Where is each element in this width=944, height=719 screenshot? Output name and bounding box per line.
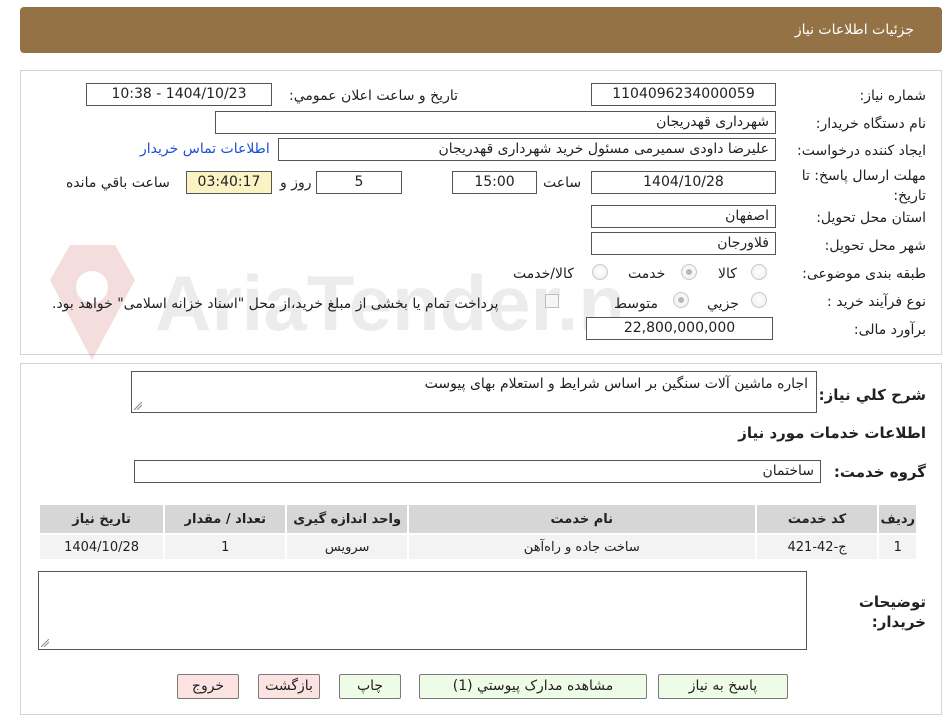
category-option-service: خدمت [628, 266, 666, 282]
deadline-label: مهلت ارسال پاسخ: تا تاریخ: [801, 168, 926, 204]
creator-field: علیرضا داودی سمیرمی مسئول خرید شهرداری ق… [278, 138, 776, 161]
payment-note: پرداخت تمام یا بخشی از مبلغ خرید،از محل … [52, 296, 499, 312]
buyer-contact-link[interactable]: اطلاعات تماس خریدار [140, 141, 270, 157]
header-bar: جزئیات اطلاعات نیاز [20, 7, 942, 53]
cell-quantity: 1 [163, 533, 288, 561]
table-header-row: رديف کد خدمت نام خدمت واحد اندازه گيری ت… [37, 503, 918, 535]
col-quantity: تعداد / مقدار [163, 503, 288, 535]
city-label: شهر محل تحویل: [824, 238, 926, 254]
category-radio-service[interactable] [681, 264, 697, 280]
province-field: اصفهان [591, 205, 776, 228]
description-textarea: اجاره ماشین آلات سنگین بر اساس شرایط و ا… [131, 371, 817, 413]
exit-button[interactable]: خروج [177, 674, 239, 699]
creator-label: ایجاد کننده درخواست: [797, 143, 926, 159]
services-section-title: اطلاعات خدمات مورد نياز [738, 424, 926, 442]
col-service-code: کد خدمت [754, 503, 880, 535]
remaining-time-field: 03:40:17 [186, 171, 272, 194]
services-table: رديف کد خدمت نام خدمت واحد اندازه گيری ت… [37, 503, 918, 561]
print-button[interactable]: چاپ [339, 674, 401, 699]
deadline-time-label: ساعت [543, 175, 582, 191]
announce-label: تاریخ و ساعت اعلان عمومي: [289, 88, 458, 104]
announce-field: 1404/10/23 - 10:38 [86, 83, 272, 106]
resize-grip-icon[interactable] [134, 402, 142, 410]
need-number-field: 1104096234000059 [591, 83, 776, 106]
process-label: نوع فرآیند خرید : [827, 294, 926, 310]
budget-field: 22,800,000,000 [586, 317, 773, 340]
days-field: 5 [316, 171, 402, 194]
resize-grip-icon[interactable] [41, 639, 49, 647]
process-option-medium: متوسط [614, 296, 658, 312]
description-text: اجاره ماشین آلات سنگین بر اساس شرایط و ا… [424, 376, 808, 392]
process-radio-minor[interactable] [751, 292, 767, 308]
cell-unit: سرویس [285, 533, 409, 561]
service-group-label: گروه خدمت: [833, 463, 926, 481]
days-label: روز و [280, 175, 312, 191]
col-row-number: رديف [877, 503, 918, 535]
category-option-goods: کالا [718, 266, 737, 282]
deadline-time-field: 15:00 [452, 171, 537, 194]
buyer-org-label: نام دستگاه خريدار: [815, 116, 926, 132]
cell-need-date: 1404/10/28 [37, 533, 166, 561]
payment-treasury-checkbox[interactable] [545, 294, 559, 308]
deadline-date-field: 1404/10/28 [591, 171, 776, 194]
buyer-notes-textarea[interactable] [38, 571, 807, 650]
col-need-date: تاريخ نياز [37, 503, 166, 535]
reply-button[interactable]: پاسخ به نياز [658, 674, 788, 699]
view-attachments-button[interactable]: مشاهده مدارک پيوستي (1) [419, 674, 647, 699]
col-service-name: نام خدمت [406, 503, 757, 535]
buyer-org-field: شهرداری قهدریجان [215, 111, 776, 134]
col-unit: واحد اندازه گيری [285, 503, 409, 535]
category-radio-goods-service[interactable] [592, 264, 608, 280]
cell-service-code: ج-42-421 [754, 533, 880, 561]
page-title: جزئیات اطلاعات نیاز [794, 22, 914, 38]
service-group-field: ساختمان [134, 460, 821, 483]
category-label: طبقه بندی موضوعی: [802, 266, 926, 282]
process-option-minor: جزیي [707, 296, 739, 312]
cell-row-number: 1 [877, 533, 918, 561]
cell-service-name: ساخت جاده و راه‌آهن [406, 533, 757, 561]
need-number-label: شماره نیاز: [859, 88, 927, 104]
city-field: فلاورجان [591, 232, 776, 255]
buyer-notes-label: توضيحات خريدار: [858, 593, 926, 631]
table-row: 1 ج-42-421 ساخت جاده و راه‌آهن سرویس 1 1… [37, 533, 918, 561]
remaining-label: ساعت باقي مانده [66, 175, 170, 191]
category-radio-goods[interactable] [751, 264, 767, 280]
process-radio-medium[interactable] [673, 292, 689, 308]
province-label: استان محل تحویل: [816, 210, 926, 226]
back-button[interactable]: بازگشت [258, 674, 320, 699]
category-option-goods-service: کالا/خدمت [513, 266, 574, 282]
budget-label: برآورد مالی: [853, 322, 926, 338]
description-label: شرح کلي نياز: [818, 386, 926, 404]
